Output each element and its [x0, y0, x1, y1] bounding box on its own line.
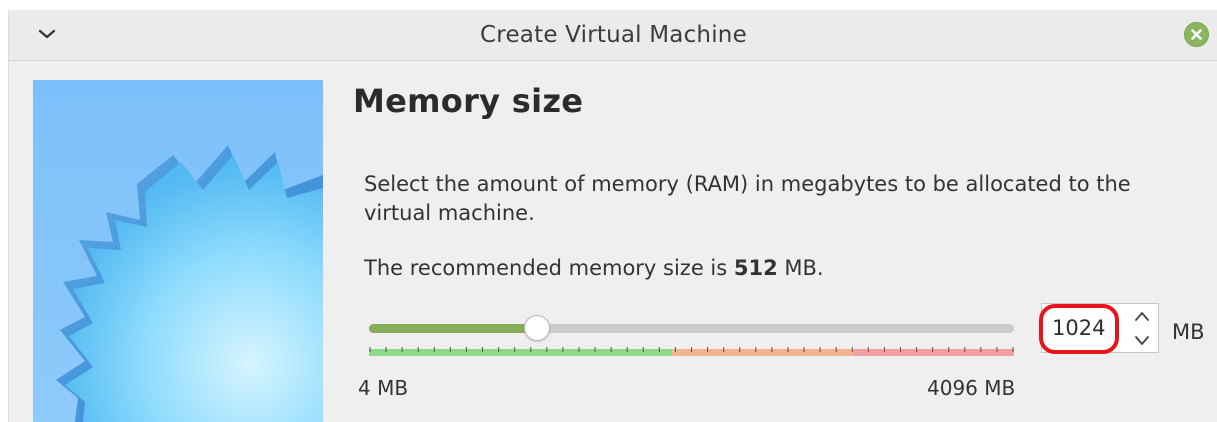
chevron-down-small-icon [1135, 336, 1149, 345]
slider-track[interactable] [369, 324, 1014, 333]
page-heading: Memory size [353, 82, 584, 120]
slider-tick-scale [369, 347, 1014, 356]
close-button[interactable] [1184, 22, 1209, 47]
spin-up-button[interactable] [1130, 306, 1154, 328]
memory-unit-label: MB [1172, 320, 1205, 344]
memory-slider[interactable] [369, 315, 1016, 356]
slider-track-fill [369, 324, 538, 333]
wizard-side-image [33, 80, 323, 422]
tick-zone-orange [672, 349, 853, 356]
close-icon [1191, 29, 1202, 40]
window-title: Create Virtual Machine [480, 22, 747, 48]
recommended-memory-text: The recommended memory size is 512 MB. [364, 256, 824, 280]
spin-down-button[interactable] [1130, 329, 1154, 351]
tick-zone-red [852, 349, 1014, 356]
memory-description: Select the amount of memory (RAM) in meg… [364, 172, 1131, 225]
highlight-annotation [1039, 304, 1119, 354]
create-vm-dialog: Create Virtual Machine Memory size Selec… [8, 10, 1217, 422]
tick-zone-green [369, 349, 673, 356]
recommend-suffix: MB. [777, 256, 824, 280]
chevron-up-icon [1135, 312, 1149, 321]
slider-handle[interactable] [524, 315, 550, 341]
recommend-prefix: The recommended memory size is [364, 256, 734, 280]
recommended-memory-value: 512 [733, 256, 778, 280]
title-bar[interactable]: Create Virtual Machine [9, 10, 1217, 61]
slider-min-label: 4 MB [358, 376, 409, 400]
virtualbox-starburst-graphic [56, 145, 323, 422]
slider-max-label: 4096 MB [927, 376, 1016, 400]
